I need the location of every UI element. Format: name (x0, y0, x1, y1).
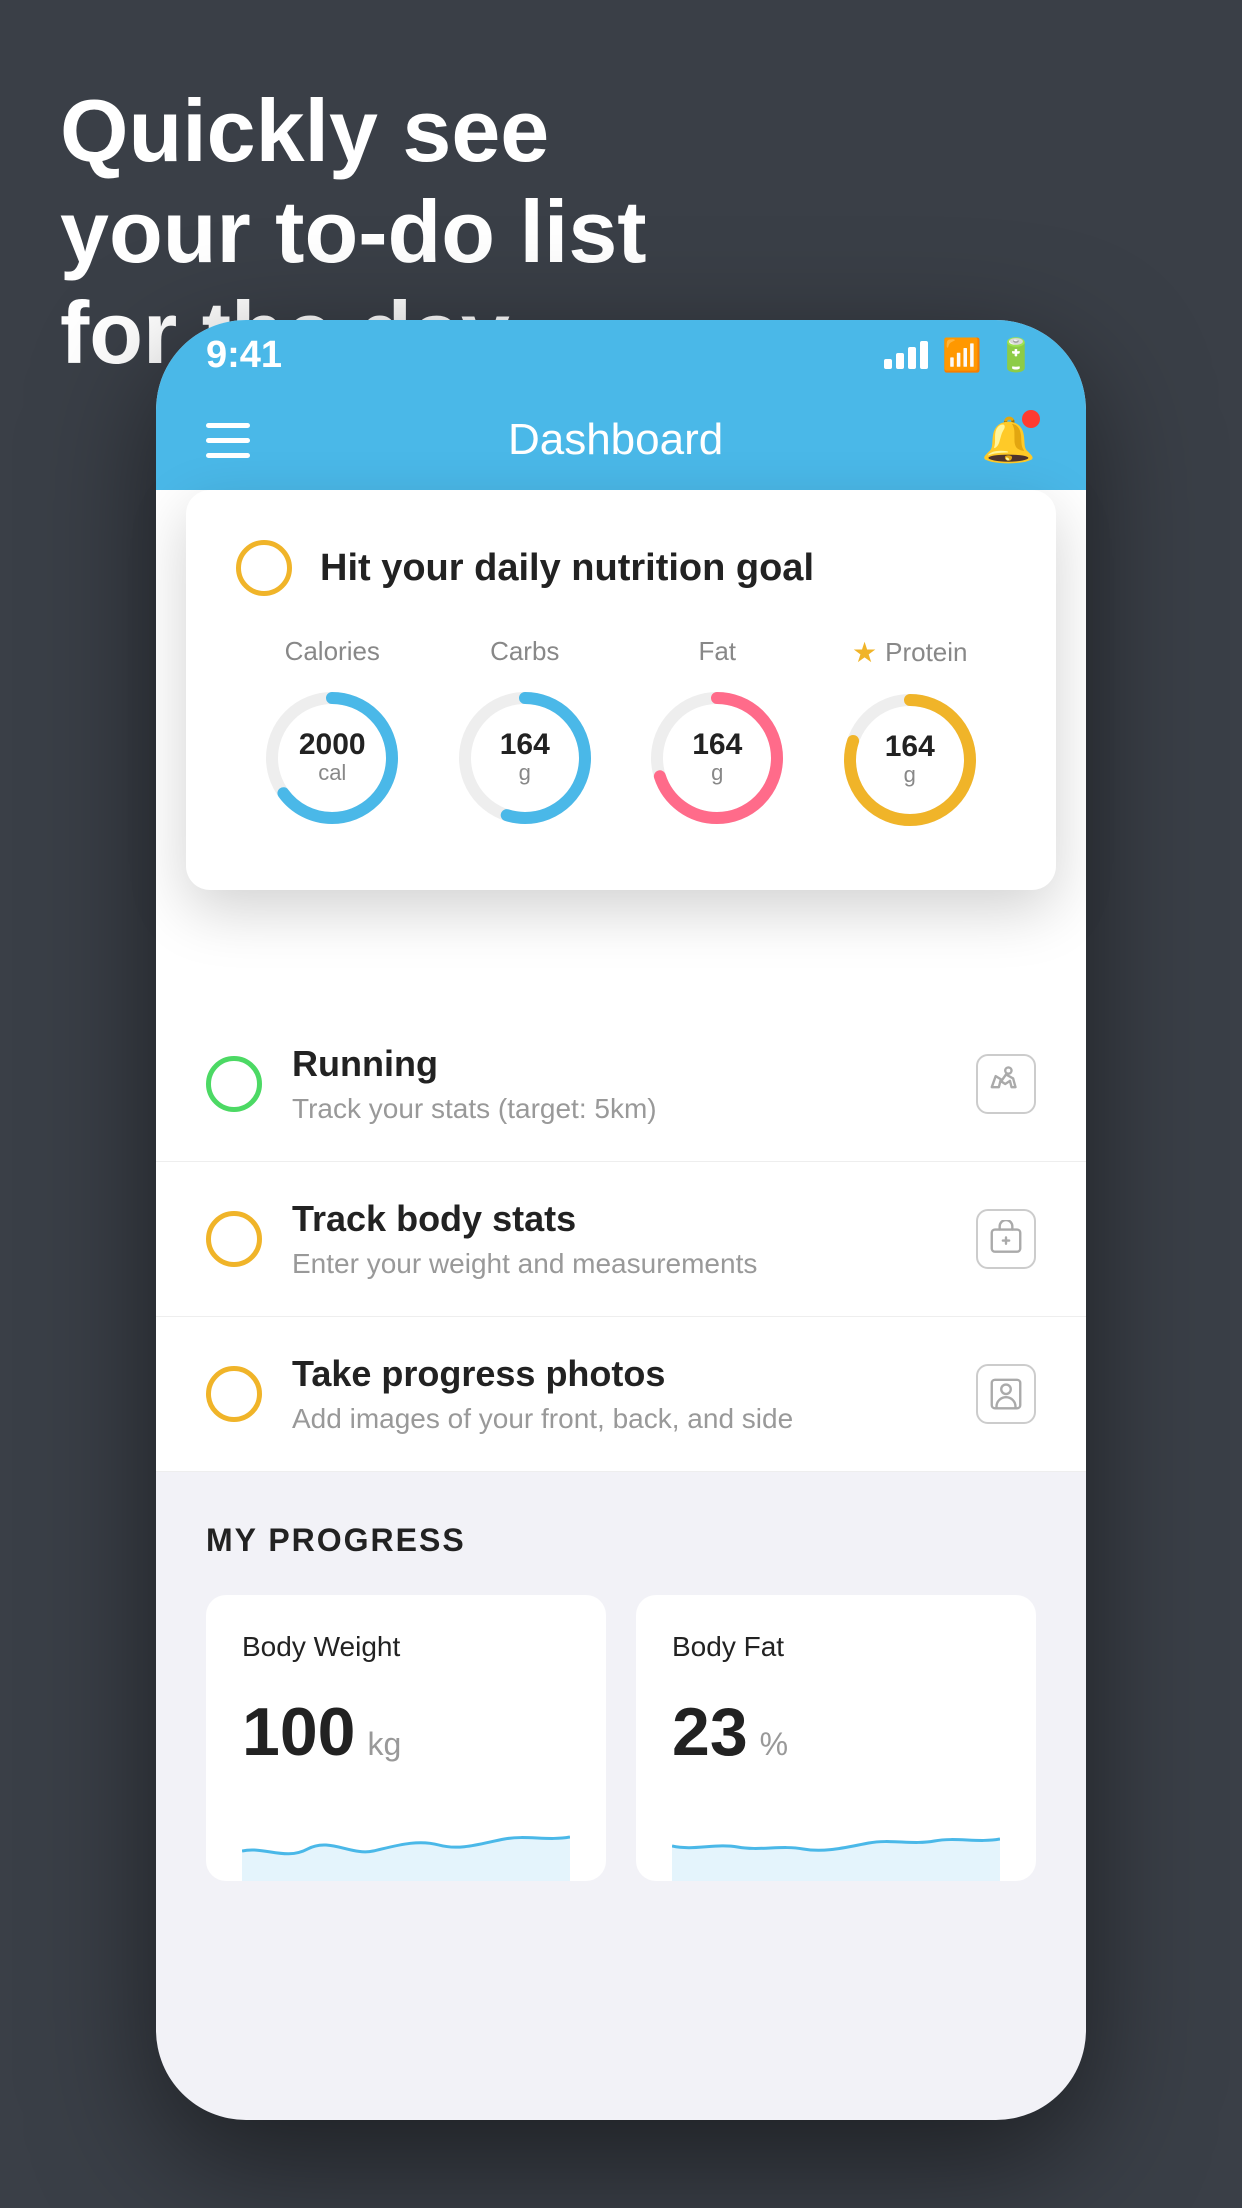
protein-ring: 164 g (835, 685, 985, 835)
carbs-value: 164 (500, 730, 550, 760)
calories-unit: cal (299, 760, 366, 786)
body-fat-value: 23 (672, 1693, 748, 1771)
nutrition-checkbox[interactable] (236, 540, 292, 596)
battery-icon: 🔋 (996, 336, 1036, 374)
list-item[interactable]: Running Track your stats (target: 5km) (156, 1007, 1086, 1162)
todo-subtitle-photos: Add images of your front, back, and side (292, 1403, 946, 1435)
protein-item: ★ Protein 164 g (835, 636, 985, 835)
todo-checkbox-bodystats[interactable] (206, 1211, 262, 1267)
notification-button[interactable]: 🔔 (981, 414, 1036, 466)
body-weight-unit: kg (367, 1726, 401, 1763)
todo-title-bodystats: Track body stats (292, 1198, 946, 1240)
list-item[interactable]: Take progress photos Add images of your … (156, 1317, 1086, 1472)
menu-button[interactable] (206, 423, 250, 458)
body-weight-chart (242, 1801, 570, 1881)
calories-label: Calories (285, 636, 380, 667)
star-icon: ★ (852, 636, 877, 669)
fat-item: Fat 164 g (642, 636, 792, 833)
notification-dot (1022, 410, 1040, 428)
nav-title: Dashboard (508, 415, 723, 465)
progress-cards: Body Weight 100 kg Body Fat (206, 1595, 1036, 1881)
protein-value: 164 (885, 732, 935, 762)
body-weight-card[interactable]: Body Weight 100 kg (206, 1595, 606, 1881)
body-weight-value-row: 100 kg (242, 1693, 570, 1771)
nutrition-card-title: Hit your daily nutrition goal (320, 547, 814, 590)
fat-label: Fat (698, 636, 736, 667)
body-fat-card[interactable]: Body Fat 23 % (636, 1595, 1036, 1881)
person-icon (976, 1364, 1036, 1424)
card-title-row: Hit your daily nutrition goal (236, 540, 1006, 596)
todo-checkbox-running[interactable] (206, 1056, 262, 1112)
body-fat-chart (672, 1801, 1000, 1881)
body-fat-title: Body Fat (672, 1631, 1000, 1663)
top-nav: Dashboard 🔔 (156, 390, 1086, 490)
todo-subtitle-bodystats: Enter your weight and measurements (292, 1248, 946, 1280)
carbs-unit: g (500, 760, 550, 786)
protein-label: ★ Protein (852, 636, 968, 669)
carbs-label: Carbs (490, 636, 559, 667)
todo-title-running: Running (292, 1043, 946, 1085)
status-time: 9:41 (206, 334, 282, 377)
headline-line1: Quickly see (60, 80, 647, 181)
carbs-item: Carbs 164 g (450, 636, 600, 833)
todo-text-running: Running Track your stats (target: 5km) (292, 1043, 946, 1125)
progress-title: MY PROGRESS (206, 1522, 1036, 1559)
todo-text-photos: Take progress photos Add images of your … (292, 1353, 946, 1435)
todo-title-photos: Take progress photos (292, 1353, 946, 1395)
todo-subtitle-running: Track your stats (target: 5km) (292, 1093, 946, 1125)
body-fat-unit: % (760, 1726, 788, 1763)
nutrition-card: Hit your daily nutrition goal Calories 2… (186, 490, 1056, 890)
scale-icon (976, 1209, 1036, 1269)
fat-value: 164 (692, 730, 742, 760)
body-fat-value-row: 23 % (672, 1693, 1000, 1771)
todo-checkbox-photos[interactable] (206, 1366, 262, 1422)
nutrition-row: Calories 2000 cal Carbs (236, 636, 1006, 835)
list-item[interactable]: Track body stats Enter your weight and m… (156, 1162, 1086, 1317)
todo-text-bodystats: Track body stats Enter your weight and m… (292, 1198, 946, 1280)
wifi-icon: 📶 (942, 336, 982, 374)
headline-line2: your to-do list (60, 181, 647, 282)
progress-section: MY PROGRESS Body Weight 100 kg (156, 1472, 1086, 1931)
body-weight-title: Body Weight (242, 1631, 570, 1663)
carbs-ring: 164 g (450, 683, 600, 833)
status-bar: 9:41 📶 🔋 (156, 320, 1086, 390)
fat-unit: g (692, 760, 742, 786)
running-icon (976, 1054, 1036, 1114)
body-weight-value: 100 (242, 1693, 355, 1771)
fat-ring: 164 g (642, 683, 792, 833)
calories-ring: 2000 cal (257, 683, 407, 833)
calories-item: Calories 2000 cal (257, 636, 407, 833)
protein-unit: g (885, 762, 935, 788)
signal-icon (884, 341, 928, 369)
calories-value: 2000 (299, 730, 366, 760)
status-icons: 📶 🔋 (884, 336, 1036, 374)
